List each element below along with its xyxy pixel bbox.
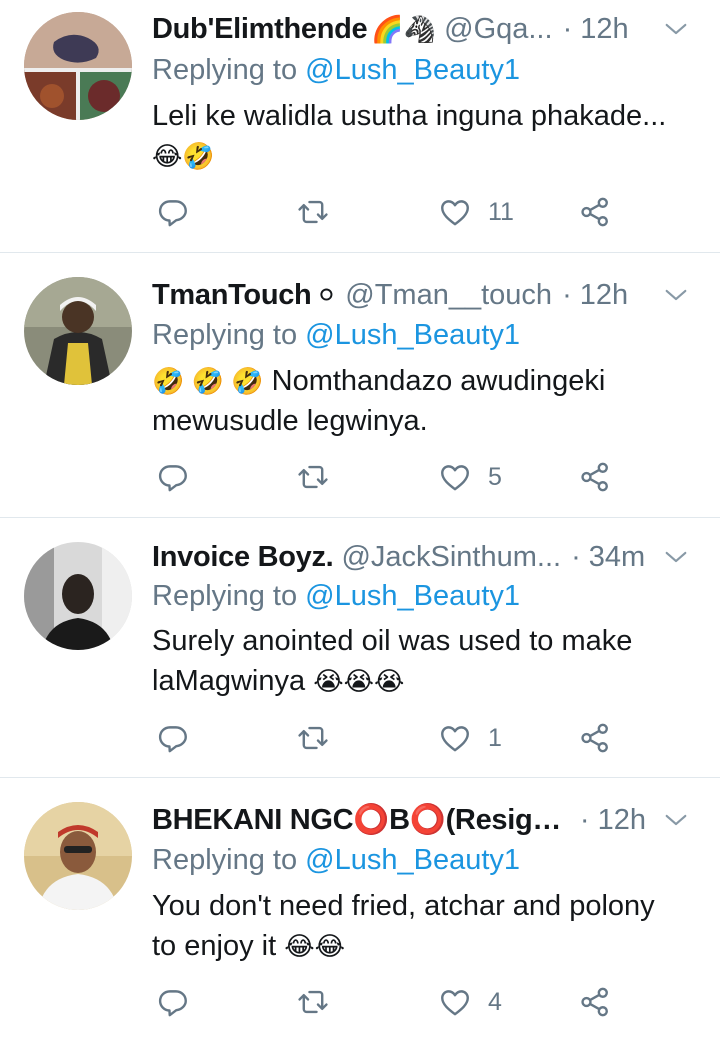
share-button[interactable]: [578, 190, 612, 234]
mention-link[interactable]: @Lush_Beauty1: [305, 54, 520, 86]
display-name[interactable]: Invoice Boyz.: [152, 541, 333, 574]
retweet-button[interactable]: [296, 980, 330, 1024]
tweet-emoji: 😭😭😭: [313, 666, 405, 696]
reply-icon: [156, 460, 190, 494]
tweet-text-fragment: laMagwinya: [152, 665, 314, 697]
tweet-reply[interactable]: Dub'Elimthende 🌈🦓 @Gqa... · 12h Replying…: [0, 0, 720, 253]
tweet-reply[interactable]: Invoice Boyz. @JackSinthum... · 34m Repl…: [0, 518, 720, 778]
retweet-icon: [296, 721, 330, 755]
like-count: 11: [488, 197, 514, 226]
action-bar: 1: [152, 716, 622, 760]
retweet-icon: [296, 460, 330, 494]
reply-icon: [156, 721, 190, 755]
tweet-text: 🤣 🤣 🤣 Nomthandazo awudingeki mewusudle l…: [152, 361, 692, 441]
like-button[interactable]: 5: [438, 455, 502, 499]
username[interactable]: @JackSinthum...: [341, 541, 561, 574]
heart-icon: [438, 195, 472, 229]
share-icon: [578, 721, 612, 755]
retweet-icon: [296, 195, 330, 229]
avatar-image: [24, 802, 132, 910]
tweet-text-line: mewusudle legwinya.: [152, 405, 428, 437]
mention-link[interactable]: @Lush_Beauty1: [305, 580, 520, 612]
tweet-emoji: 😂🤣: [152, 141, 215, 171]
retweet-button[interactable]: [296, 190, 330, 234]
display-name[interactable]: TmanTouch: [152, 279, 311, 312]
tweet-reply[interactable]: TmanTouch ⚪ @Tman__touch · 12h Replying …: [0, 253, 720, 518]
username[interactable]: @Gqa...: [444, 13, 552, 46]
replying-label: Replying to: [152, 580, 306, 612]
share-icon: [578, 460, 612, 494]
like-button[interactable]: 11: [438, 190, 514, 234]
tweet-text-line: to enjoy it 😂😂: [152, 926, 692, 966]
name-emoji: 🌈🦓: [371, 13, 437, 44]
heart-icon: [438, 985, 472, 1019]
reply-button[interactable]: [156, 190, 190, 234]
share-button[interactable]: [578, 455, 612, 499]
action-bar: 4: [152, 980, 622, 1024]
timestamp[interactable]: · 12h: [580, 804, 646, 837]
tweet-text-line: Leli ke walidla usutha inguna phakade...: [152, 100, 667, 132]
reply-icon: [156, 195, 190, 229]
avatar[interactable]: [24, 802, 132, 910]
timestamp[interactable]: · 34m: [571, 541, 645, 574]
avatar[interactable]: [24, 277, 132, 385]
tweet-text-line: 🤣 🤣 🤣 Nomthandazo awudingeki: [152, 361, 692, 401]
share-icon: [578, 985, 612, 1019]
chevron-down-icon[interactable]: [646, 275, 690, 315]
chevron-down-icon[interactable]: [646, 537, 690, 577]
share-button[interactable]: [578, 716, 612, 760]
display-name[interactable]: Dub'Elimthende: [152, 13, 367, 46]
replying-to: Replying to @Lush_Beauty1: [152, 844, 520, 877]
like-count: 1: [488, 723, 502, 752]
tweet-text-fragment: Nomthandazo awudingeki: [263, 365, 606, 397]
like-button[interactable]: 1: [438, 716, 502, 760]
tweet-text-fragment: to enjoy it: [152, 930, 285, 962]
replying-label: Replying to: [152, 54, 306, 86]
name-emoji: ⚪: [315, 279, 338, 310]
avatar-image: [24, 12, 132, 120]
avatar[interactable]: [24, 542, 132, 650]
like-button[interactable]: 4: [438, 980, 502, 1024]
heart-icon: [438, 460, 472, 494]
mention-link[interactable]: @Lush_Beauty1: [305, 844, 520, 876]
timestamp[interactable]: · 12h: [563, 13, 629, 46]
avatar-image: [24, 277, 132, 385]
mention-link[interactable]: @Lush_Beauty1: [305, 319, 520, 351]
retweet-button[interactable]: [296, 455, 330, 499]
tweet-text-line: Surely anointed oil was used to make: [152, 625, 633, 657]
like-count: 5: [488, 462, 502, 491]
avatar[interactable]: [24, 12, 132, 120]
avatar-image: [24, 542, 132, 650]
username[interactable]: @Tman__touch: [345, 279, 552, 312]
reply-icon: [156, 985, 190, 1019]
reply-button[interactable]: [156, 455, 190, 499]
tweet-text: Surely anointed oil was used to make laM…: [152, 621, 692, 701]
chevron-down-icon[interactable]: [646, 9, 690, 49]
tweet-reply[interactable]: BHEKANI NGC⭕B⭕(Resign... · 12h Replying …: [0, 778, 720, 1039]
tweet-text: Leli ke walidla usutha inguna phakade...…: [152, 96, 692, 176]
replying-to: Replying to @Lush_Beauty1: [152, 319, 520, 352]
tweet-emoji: 😂😂: [284, 931, 345, 961]
tweet-text: You don't need fried, atchar and polony …: [152, 886, 692, 966]
display-name[interactable]: BHEKANI NGC⭕B⭕(Resign...: [152, 803, 570, 837]
tweet-emoji: 🤣 🤣 🤣: [152, 366, 264, 396]
replying-label: Replying to: [152, 844, 306, 876]
share-button[interactable]: [578, 980, 612, 1024]
replying-label: Replying to: [152, 319, 306, 351]
tweet-text-line: You don't need fried, atchar and polony: [152, 890, 655, 922]
timestamp[interactable]: · 12h: [562, 279, 628, 312]
replying-to: Replying to @Lush_Beauty1: [152, 54, 520, 87]
retweet-icon: [296, 985, 330, 1019]
reply-button[interactable]: [156, 980, 190, 1024]
retweet-button[interactable]: [296, 716, 330, 760]
heart-icon: [438, 721, 472, 755]
chevron-down-icon[interactable]: [646, 800, 690, 840]
reply-button[interactable]: [156, 716, 190, 760]
action-bar: 5: [152, 455, 622, 499]
replying-to: Replying to @Lush_Beauty1: [152, 580, 520, 613]
tweet-text-line: laMagwinya 😭😭😭: [152, 661, 692, 701]
share-icon: [578, 195, 612, 229]
like-count: 4: [488, 987, 502, 1016]
action-bar: 11: [152, 190, 622, 234]
